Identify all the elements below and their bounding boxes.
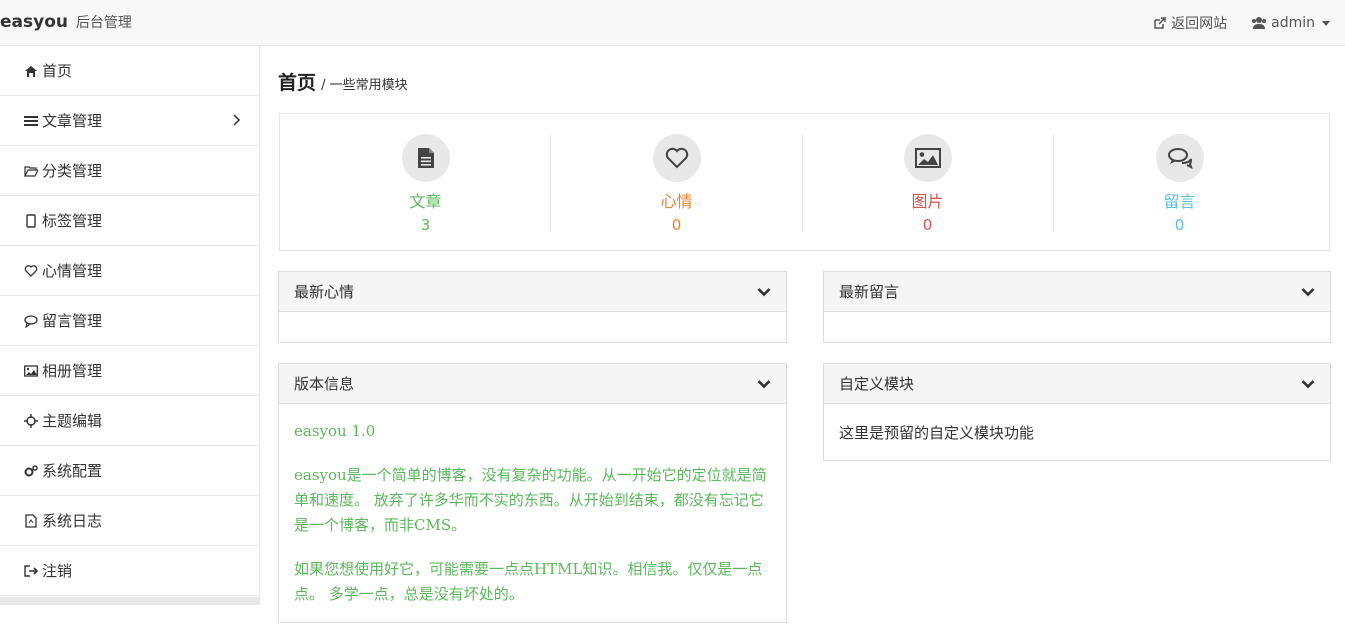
stat-label: 图片 xyxy=(911,192,944,211)
chevron-right-icon xyxy=(233,114,241,126)
chevron-down-icon[interactable] xyxy=(1301,379,1315,389)
stat-pictures[interactable]: 图片 0 xyxy=(802,134,1053,234)
sidebar-item-label: 文章管理 xyxy=(42,112,103,130)
panel-header[interactable]: 自定义模块 xyxy=(824,364,1330,404)
sidebar-item-label: 系统配置 xyxy=(42,462,103,480)
stat-icon-circle xyxy=(1155,134,1204,182)
gears-icon xyxy=(24,464,38,478)
sidebar-item-system-config[interactable]: 系统配置 xyxy=(0,446,259,496)
sidebar-item-moods[interactable]: 心情管理 xyxy=(0,246,259,296)
panel-body: 这里是预留的自定义模块功能 xyxy=(839,424,1035,442)
panel-header[interactable]: 版本信息 xyxy=(279,364,786,404)
user-name: admin xyxy=(1271,15,1315,31)
sidebar-item-messages[interactable]: 留言管理 xyxy=(0,296,259,346)
folder-open-icon xyxy=(24,164,38,178)
comments-icon xyxy=(1167,148,1193,169)
stat-value: 0 xyxy=(922,216,933,234)
version-line: easyou 1.0 xyxy=(294,422,376,440)
version-tip: 如果您想使用好它，可能需要一点点HTML知识。相信我。仅仅是一点点。 多学一点，… xyxy=(294,560,763,603)
heart-icon xyxy=(665,147,688,169)
page-subtitle: / 一些常用模块 xyxy=(321,78,408,93)
stat-icon-circle xyxy=(401,134,450,182)
brand-name: easyou xyxy=(0,12,68,32)
sidebar-item-albums[interactable]: 相册管理 xyxy=(0,346,259,396)
panel-latest-mood: 最新心情 xyxy=(278,271,787,343)
home-icon xyxy=(24,64,38,78)
page-header: 首页 / 一些常用模块 xyxy=(278,68,408,95)
version-description: easyou是一个简单的博客，没有复杂的功能。从一开始它的定位就是简单和速度。 … xyxy=(294,466,767,534)
sidebar-item-label: 标签管理 xyxy=(42,212,103,230)
top-nav-links: 返回网站 admin xyxy=(1153,13,1330,33)
back-to-site-link[interactable]: 返回网站 xyxy=(1153,13,1227,33)
sidebar-item-articles[interactable]: 文章管理 xyxy=(0,96,259,146)
stat-moods[interactable]: 心情 0 xyxy=(551,134,802,234)
sidebar: 首页 文章管理 分类管理 标签管理 心情管理 留言管理 相册管理 主题编辑 系统… xyxy=(0,46,260,605)
sidebar-item-label: 分类管理 xyxy=(42,162,103,180)
panel-title: 最新留言 xyxy=(839,283,900,301)
stat-label: 文章 xyxy=(409,192,442,211)
sidebar-item-label: 主题编辑 xyxy=(42,412,103,430)
panel-title: 版本信息 xyxy=(294,375,355,393)
panel-header[interactable]: 最新心情 xyxy=(279,272,786,312)
chevron-down-icon[interactable] xyxy=(757,379,771,389)
sidebar-item-label: 首页 xyxy=(42,62,73,80)
user-menu-dropdown[interactable]: admin xyxy=(1251,13,1330,33)
sign-out-icon xyxy=(24,564,38,578)
heart-icon xyxy=(24,264,38,278)
panel-version-info: 版本信息 easyou 1.0 easyou是一个简单的博客，没有复杂的功能。从… xyxy=(278,363,787,623)
sidebar-item-label: 相册管理 xyxy=(42,362,103,380)
sidebar-item-system-log[interactable]: 系统日志 xyxy=(0,496,259,546)
sidebar-item-label: 心情管理 xyxy=(42,262,103,280)
top-navbar: easyou 后台管理 返回网站 admin xyxy=(0,0,1345,46)
file-text-icon xyxy=(417,148,434,168)
page-title: 首页 xyxy=(278,72,317,94)
back-to-site-label: 返回网站 xyxy=(1171,16,1228,32)
stat-label: 留言 xyxy=(1163,192,1196,211)
panel-latest-messages: 最新留言 xyxy=(823,271,1331,343)
file-icon xyxy=(24,513,38,528)
sidebar-item-label: 注销 xyxy=(42,562,73,580)
sidebar-item-tags[interactable]: 标签管理 xyxy=(0,196,259,246)
stat-value: 0 xyxy=(671,216,682,234)
brand-logo[interactable]: easyou 后台管理 xyxy=(0,12,132,32)
chevron-down-icon[interactable] xyxy=(757,287,771,297)
caret-down-icon xyxy=(1322,20,1330,26)
sidebar-item-categories[interactable]: 分类管理 xyxy=(0,146,259,196)
sidebar-footer xyxy=(0,597,259,605)
panel-custom-module: 自定义模块 这里是预留的自定义模块功能 xyxy=(823,363,1331,461)
panel-title: 自定义模块 xyxy=(839,375,915,393)
tag-icon xyxy=(24,213,38,228)
sidebar-item-label: 留言管理 xyxy=(42,312,103,330)
sidebar-item-home[interactable]: 首页 xyxy=(0,46,259,96)
panel-header[interactable]: 最新留言 xyxy=(824,272,1330,312)
chevron-down-icon[interactable] xyxy=(1301,287,1315,297)
picture-icon xyxy=(24,364,38,378)
users-icon xyxy=(1252,17,1267,29)
stat-value: 0 xyxy=(1174,216,1185,234)
sidebar-item-theme-editor[interactable]: 主题编辑 xyxy=(0,396,259,446)
bars-icon xyxy=(24,114,38,128)
sidebar-item-label: 系统日志 xyxy=(42,512,103,530)
stat-label: 心情 xyxy=(660,192,693,211)
crosshairs-icon xyxy=(24,413,38,428)
panel-title: 最新心情 xyxy=(294,283,355,301)
sidebar-item-logout[interactable]: 注销 xyxy=(0,546,259,596)
stat-articles[interactable]: 文章 3 xyxy=(300,134,551,234)
stats-overview: 文章 3 心情 0 图片 0 留言 0 xyxy=(279,113,1330,251)
comment-icon xyxy=(24,314,38,328)
external-link-icon xyxy=(1154,17,1166,29)
stat-messages[interactable]: 留言 0 xyxy=(1054,134,1305,234)
stat-value: 3 xyxy=(420,216,431,234)
stat-icon-circle xyxy=(903,134,952,182)
stat-icon-circle xyxy=(652,134,701,182)
brand-subtitle: 后台管理 xyxy=(75,15,132,31)
picture-icon xyxy=(914,148,941,168)
panel-body: easyou 1.0 easyou是一个简单的博客，没有复杂的功能。从一开始它的… xyxy=(279,404,786,641)
